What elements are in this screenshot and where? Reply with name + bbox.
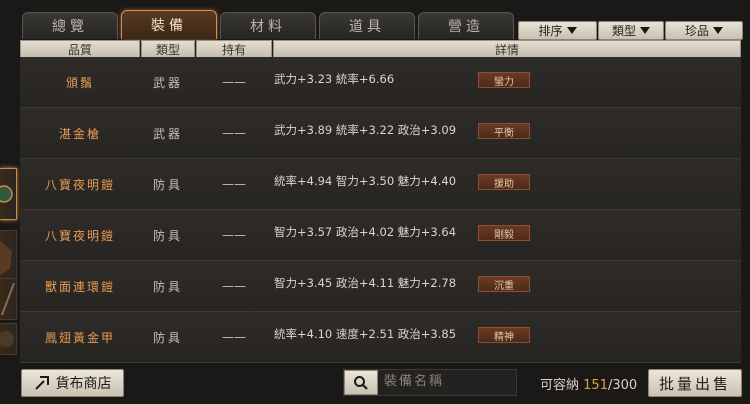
- skill-badge: 剛毅: [478, 225, 530, 241]
- skill-badge: 平衡: [478, 123, 530, 139]
- capacity-max: /300: [607, 378, 638, 393]
- armor-icon: [0, 241, 12, 275]
- capacity-label: 可容納: [540, 378, 580, 393]
- table-row[interactable]: 獸面連環鎧 防具 —— 智力+3.45 政治+4.11 魅力+2.78 沉重: [20, 261, 741, 312]
- tab-items[interactable]: 道具: [319, 12, 415, 39]
- item-detail: 武力+3.89 統率+3.22 政治+3.09: [274, 123, 457, 137]
- side-item-slot[interactable]: [0, 168, 17, 220]
- caret-down-icon: [566, 27, 577, 34]
- side-item-slot[interactable]: [0, 323, 17, 355]
- column-header-label: 詳情: [494, 42, 519, 57]
- shop-button[interactable]: 貨布商店: [21, 369, 124, 397]
- equipment-table[interactable]: 頒鬚 武器 —— 武力+3.23 統率+6.66 蠻力 湛金槍 武器 —— 武力…: [20, 57, 741, 363]
- item-detail: 智力+3.45 政治+4.11 魅力+2.78: [274, 276, 457, 290]
- caret-down-icon: [640, 27, 650, 34]
- tab-overview[interactable]: 總覽: [22, 12, 118, 39]
- table-row[interactable]: 鳳翅黃金甲 防具 —— 統率+4.10 速度+2.51 政治+3.85 精神: [20, 312, 741, 363]
- item-owner: ——: [222, 126, 246, 140]
- rare-label: 珍品: [684, 24, 709, 38]
- table-row[interactable]: 八寶夜明鎧 防具 —— 智力+3.57 政治+4.02 魅力+3.64 剛毅: [20, 210, 741, 261]
- item-detail: 統率+4.10 速度+2.51 政治+3.85: [274, 327, 457, 341]
- tab-label: 營造: [448, 19, 484, 35]
- table-row[interactable]: 湛金槍 武器 —— 武力+3.89 統率+3.22 政治+3.09 平衡: [20, 108, 741, 159]
- tab-label: 裝備: [151, 18, 187, 34]
- column-header-owner[interactable]: 持有: [196, 40, 272, 58]
- search-icon: [354, 375, 368, 390]
- caret-down-icon: [713, 27, 723, 34]
- shop-label: 貨布商店: [55, 376, 112, 392]
- type-label: 類型: [611, 24, 636, 38]
- tab-construction[interactable]: 營造: [418, 12, 514, 39]
- item-type: 防具: [152, 279, 183, 294]
- column-header-label: 品質: [67, 42, 92, 57]
- item-detail: 統率+4.94 智力+3.50 魅力+4.40: [274, 174, 457, 188]
- tab-label: 總覽: [52, 19, 88, 35]
- type-dropdown[interactable]: 類型: [598, 21, 664, 40]
- arrow-icon: [34, 376, 49, 390]
- item-name: 頒鬚: [65, 75, 94, 90]
- skill-badge: 沉重: [478, 276, 530, 292]
- shield-icon: [0, 331, 14, 347]
- sort-dropdown[interactable]: 排序: [518, 21, 597, 40]
- item-name: 鳳翅黃金甲: [44, 330, 115, 345]
- column-header-type[interactable]: 類型: [141, 40, 195, 58]
- item-detail: 智力+3.57 政治+4.02 魅力+3.64: [274, 225, 457, 239]
- bulk-sell-label: 批量出售: [658, 374, 731, 393]
- item-owner: ——: [222, 177, 246, 191]
- item-type: 防具: [152, 177, 183, 192]
- item-type: 武器: [152, 126, 183, 141]
- gem-icon: [0, 185, 13, 203]
- item-detail: 武力+3.23 統率+6.66: [274, 72, 395, 86]
- item-owner: ——: [222, 75, 246, 89]
- item-name: 獸面連環鎧: [44, 279, 115, 294]
- table-row[interactable]: 八寶夜明鎧 防具 —— 統率+4.94 智力+3.50 魅力+4.40 援助: [20, 159, 741, 210]
- capacity-display: 可容納 151/300: [540, 374, 637, 393]
- skill-badge: 援助: [478, 174, 530, 190]
- skill-badge: 精神: [478, 327, 530, 343]
- rare-dropdown[interactable]: 珍品: [665, 21, 743, 40]
- side-item-slot[interactable]: [0, 278, 17, 320]
- item-name: 八寶夜明鎧: [44, 228, 115, 243]
- spear-icon: [1, 282, 15, 316]
- column-header-label: 類型: [155, 42, 180, 57]
- column-header-detail: 詳情: [273, 40, 741, 58]
- item-type: 防具: [152, 228, 183, 243]
- search-button[interactable]: [344, 370, 378, 395]
- skill-badge: 蠻力: [478, 72, 530, 88]
- tab-materials[interactable]: 材料: [220, 12, 316, 39]
- side-item-slot[interactable]: [0, 230, 17, 282]
- item-owner: ——: [222, 330, 246, 344]
- tab-label: 道具: [349, 19, 385, 35]
- table-row[interactable]: 頒鬚 武器 —— 武力+3.23 統率+6.66 蠻力: [20, 57, 741, 108]
- item-name: 八寶夜明鎧: [44, 177, 115, 192]
- tab-label: 材料: [250, 19, 286, 35]
- sort-label: 排序: [538, 24, 563, 38]
- item-owner: ——: [222, 228, 246, 242]
- item-owner: ——: [222, 279, 246, 293]
- item-name: 湛金槍: [58, 126, 101, 141]
- tab-equipment[interactable]: 裝備: [121, 10, 217, 39]
- capacity-current: 151: [583, 378, 608, 393]
- item-type: 武器: [152, 75, 183, 90]
- bulk-sell-button[interactable]: 批量出售: [648, 369, 742, 397]
- item-type: 防具: [152, 330, 183, 345]
- column-header-quality[interactable]: 品質: [20, 40, 140, 58]
- search-input[interactable]: [380, 370, 518, 393]
- column-header-label: 持有: [221, 42, 246, 57]
